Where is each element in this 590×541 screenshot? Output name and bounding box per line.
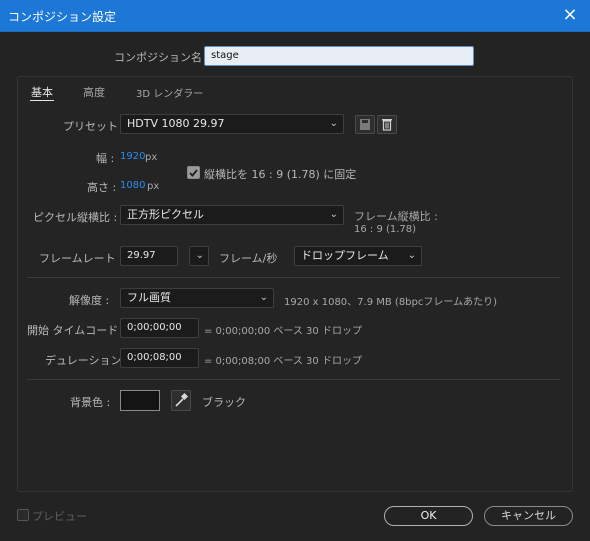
drop-frame-select[interactable]: ドロップフレーム ⌄ bbox=[294, 246, 422, 266]
frame-rate-input[interactable]: 29.97 bbox=[120, 246, 178, 266]
resolution-label: 解像度 : bbox=[69, 294, 110, 307]
start-timecode-label: 開始 タイムコード : bbox=[27, 324, 126, 337]
cancel-button[interactable]: キャンセル bbox=[484, 506, 573, 526]
width-unit: px bbox=[145, 152, 158, 163]
section-divider bbox=[27, 379, 560, 380]
trash-icon bbox=[382, 119, 392, 131]
frame-rate-label: フレームレート : bbox=[39, 252, 123, 265]
section-divider bbox=[27, 277, 560, 278]
checkmark-icon bbox=[189, 169, 198, 177]
preview-label: プレビュー bbox=[32, 510, 87, 523]
title-bar: コンポジション設定 × bbox=[0, 0, 590, 32]
background-color-name: ブラック bbox=[202, 396, 246, 409]
duration-info: = 0;00;08;00 ベース 30 ドロップ bbox=[204, 356, 362, 367]
aspect-lock-label: 縦横比を 16 : 9 (1.78) に固定 bbox=[204, 168, 357, 181]
width-label: 幅 : bbox=[96, 152, 115, 165]
frame-aspect-label: フレーム縦横比 : bbox=[354, 210, 438, 223]
ok-button[interactable]: OK bbox=[384, 506, 473, 526]
delete-preset-button[interactable] bbox=[377, 115, 397, 134]
resolution-info: 1920 x 1080、7.9 MB (8bpcフレームあたり) bbox=[284, 297, 497, 308]
height-label: 高さ : bbox=[87, 181, 117, 194]
chevron-down-icon: ⌄ bbox=[259, 292, 268, 303]
duration-label: デュレーション : bbox=[45, 354, 129, 367]
resolution-value: フル画質 bbox=[127, 291, 171, 304]
width-value[interactable]: 1920 bbox=[120, 151, 145, 162]
chevron-down-icon: ⌄ bbox=[329, 209, 338, 220]
chevron-down-icon: ⌄ bbox=[329, 118, 338, 129]
aspect-lock-checkbox[interactable] bbox=[187, 166, 200, 179]
start-timecode-input[interactable]: 0;00;00;00 bbox=[120, 318, 199, 338]
close-icon[interactable]: × bbox=[550, 0, 590, 31]
pixel-aspect-value: 正方形ピクセル bbox=[127, 208, 204, 221]
height-unit: px bbox=[147, 181, 160, 192]
save-preset-icon bbox=[360, 119, 370, 130]
window-title: コンポジション設定 bbox=[8, 10, 117, 24]
frame-rate-unit: フレーム/秒 bbox=[219, 252, 278, 265]
chevron-down-icon: ⌄ bbox=[407, 250, 416, 261]
preset-label: プリセット : bbox=[63, 120, 126, 133]
resolution-select[interactable]: フル画質 ⌄ bbox=[120, 288, 274, 308]
background-color-swatch[interactable] bbox=[120, 390, 160, 411]
tab-basic[interactable]: 基本 bbox=[31, 84, 53, 100]
frame-aspect-value: 16 : 9 (1.78) bbox=[354, 224, 417, 235]
start-timecode-info: = 0;00;00;00 ベース 30 ドロップ bbox=[204, 326, 362, 337]
composition-name-input[interactable]: stage bbox=[204, 46, 474, 66]
frame-rate-dropdown[interactable]: ⌄ bbox=[189, 246, 209, 266]
save-preset-button[interactable] bbox=[355, 115, 375, 134]
duration-input[interactable]: 0;00;08;00 bbox=[120, 348, 199, 368]
tab-3d-renderer[interactable]: 3D レンダラー bbox=[136, 85, 203, 100]
pixel-aspect-label: ピクセル縦横比 : bbox=[33, 211, 118, 224]
preset-value: HDTV 1080 29.97 bbox=[127, 117, 225, 130]
tab-advanced[interactable]: 高度 bbox=[83, 84, 105, 100]
height-value[interactable]: 1080 bbox=[120, 180, 145, 191]
eyedropper-icon bbox=[175, 392, 189, 407]
eyedropper-button[interactable] bbox=[171, 390, 191, 411]
drop-frame-value: ドロップフレーム bbox=[301, 249, 389, 262]
chevron-down-icon: ⌄ bbox=[195, 250, 204, 261]
pixel-aspect-select[interactable]: 正方形ピクセル ⌄ bbox=[120, 205, 344, 225]
background-color-label: 背景色 : bbox=[70, 396, 111, 409]
preset-select[interactable]: HDTV 1080 29.97 ⌄ bbox=[120, 114, 344, 134]
preview-checkbox[interactable] bbox=[17, 509, 29, 521]
composition-name-label: コンポジション名 : bbox=[114, 51, 210, 64]
settings-panel bbox=[17, 76, 573, 492]
tab-basic-underline bbox=[30, 100, 54, 101]
